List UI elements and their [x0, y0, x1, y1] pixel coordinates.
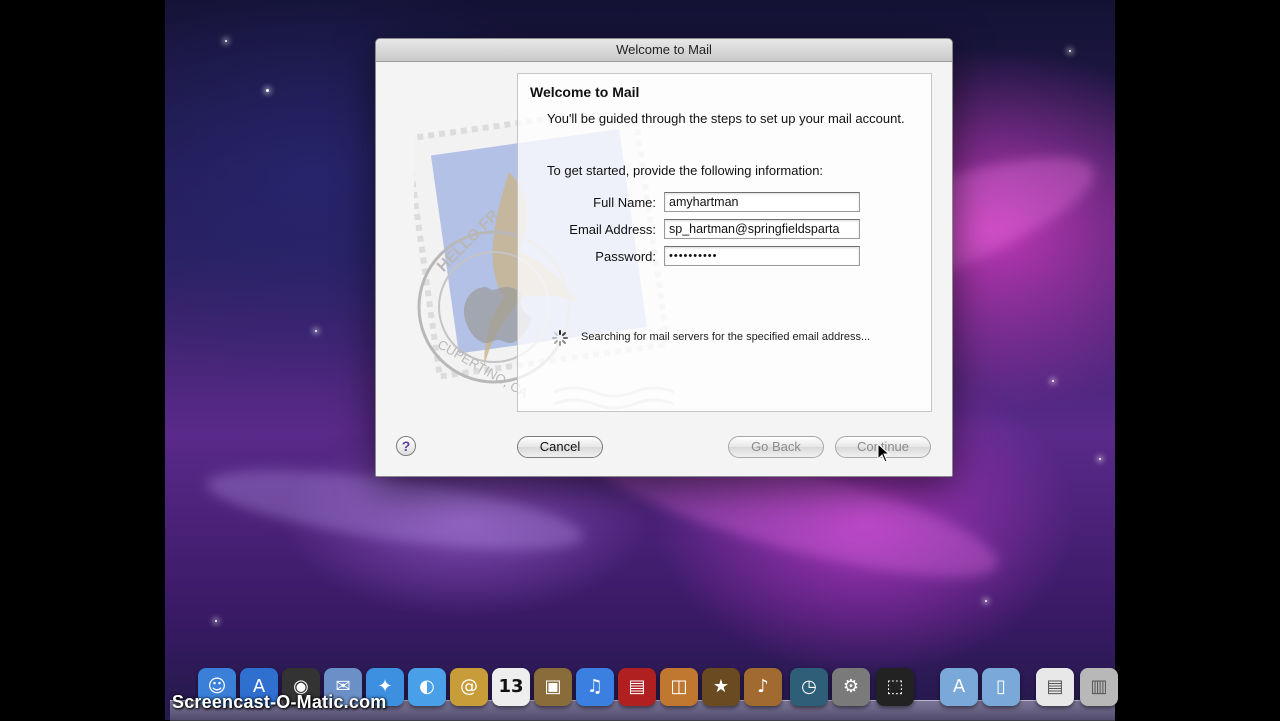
photo-booth-icon[interactable]: ▤	[618, 668, 656, 706]
password-label: Password:	[595, 249, 656, 264]
star	[225, 40, 227, 42]
mouse-cursor-icon	[877, 443, 891, 463]
full-name-field[interactable]	[664, 192, 860, 212]
password-field[interactable]: ••••••••••	[664, 246, 860, 266]
window-title[interactable]: Welcome to Mail	[376, 39, 952, 62]
status-text: Searching for mail servers for the speci…	[581, 331, 871, 343]
go-back-button[interactable]: Go Back	[728, 436, 824, 458]
email-field[interactable]	[664, 219, 860, 239]
window-content: HELLO FR CUPERTINO, CA Welcome to Mail Y…	[376, 62, 952, 476]
applications-folder-icon[interactable]: A	[940, 668, 978, 706]
star	[215, 620, 217, 622]
screen-capture-icon[interactable]: ⬚	[876, 668, 914, 706]
welcome-panel: Welcome to Mail You'll be guided through…	[517, 73, 932, 412]
ical-icon[interactable]: 13	[492, 668, 530, 706]
email-label: Email Address:	[569, 222, 656, 237]
imovie-icon[interactable]: ★	[702, 668, 740, 706]
trash-icon[interactable]: ▥	[1080, 668, 1118, 706]
help-button[interactable]: ?	[396, 436, 416, 456]
pdf-document-icon[interactable]: ▤	[1036, 668, 1074, 706]
full-name-label: Full Name:	[593, 195, 656, 210]
left-letterbox	[0, 0, 165, 720]
system-preferences-icon[interactable]: ⚙	[832, 668, 870, 706]
prompt-text: To get started, provide the following in…	[547, 163, 824, 178]
time-machine-icon[interactable]: ◷	[790, 668, 828, 706]
star	[315, 330, 317, 332]
star	[1052, 380, 1054, 382]
mail-setup-window: Welcome to Mail HELLO FR CUPERTINO, CA W…	[375, 38, 953, 477]
garageband-icon[interactable]: ♪	[744, 668, 782, 706]
star	[985, 600, 987, 602]
watermark-text: Screencast-O-Matic.com	[172, 692, 387, 712]
iphoto-icon[interactable]: ▣	[534, 668, 572, 706]
cancel-button[interactable]: Cancel	[517, 436, 603, 458]
right-letterbox	[1115, 0, 1280, 720]
spinner-icon	[552, 330, 568, 346]
ichat-icon[interactable]: ◐	[408, 668, 446, 706]
star	[1099, 458, 1101, 460]
itunes-icon[interactable]: ♫	[576, 668, 614, 706]
documents-folder-icon[interactable]: ▯	[982, 668, 1020, 706]
panel-heading: Welcome to Mail	[530, 84, 640, 100]
star	[1069, 50, 1071, 52]
preview-icon[interactable]: ◫	[660, 668, 698, 706]
intro-text: You'll be guided through the steps to se…	[547, 111, 905, 126]
address-book-icon[interactable]: @	[450, 668, 488, 706]
star	[266, 89, 269, 92]
